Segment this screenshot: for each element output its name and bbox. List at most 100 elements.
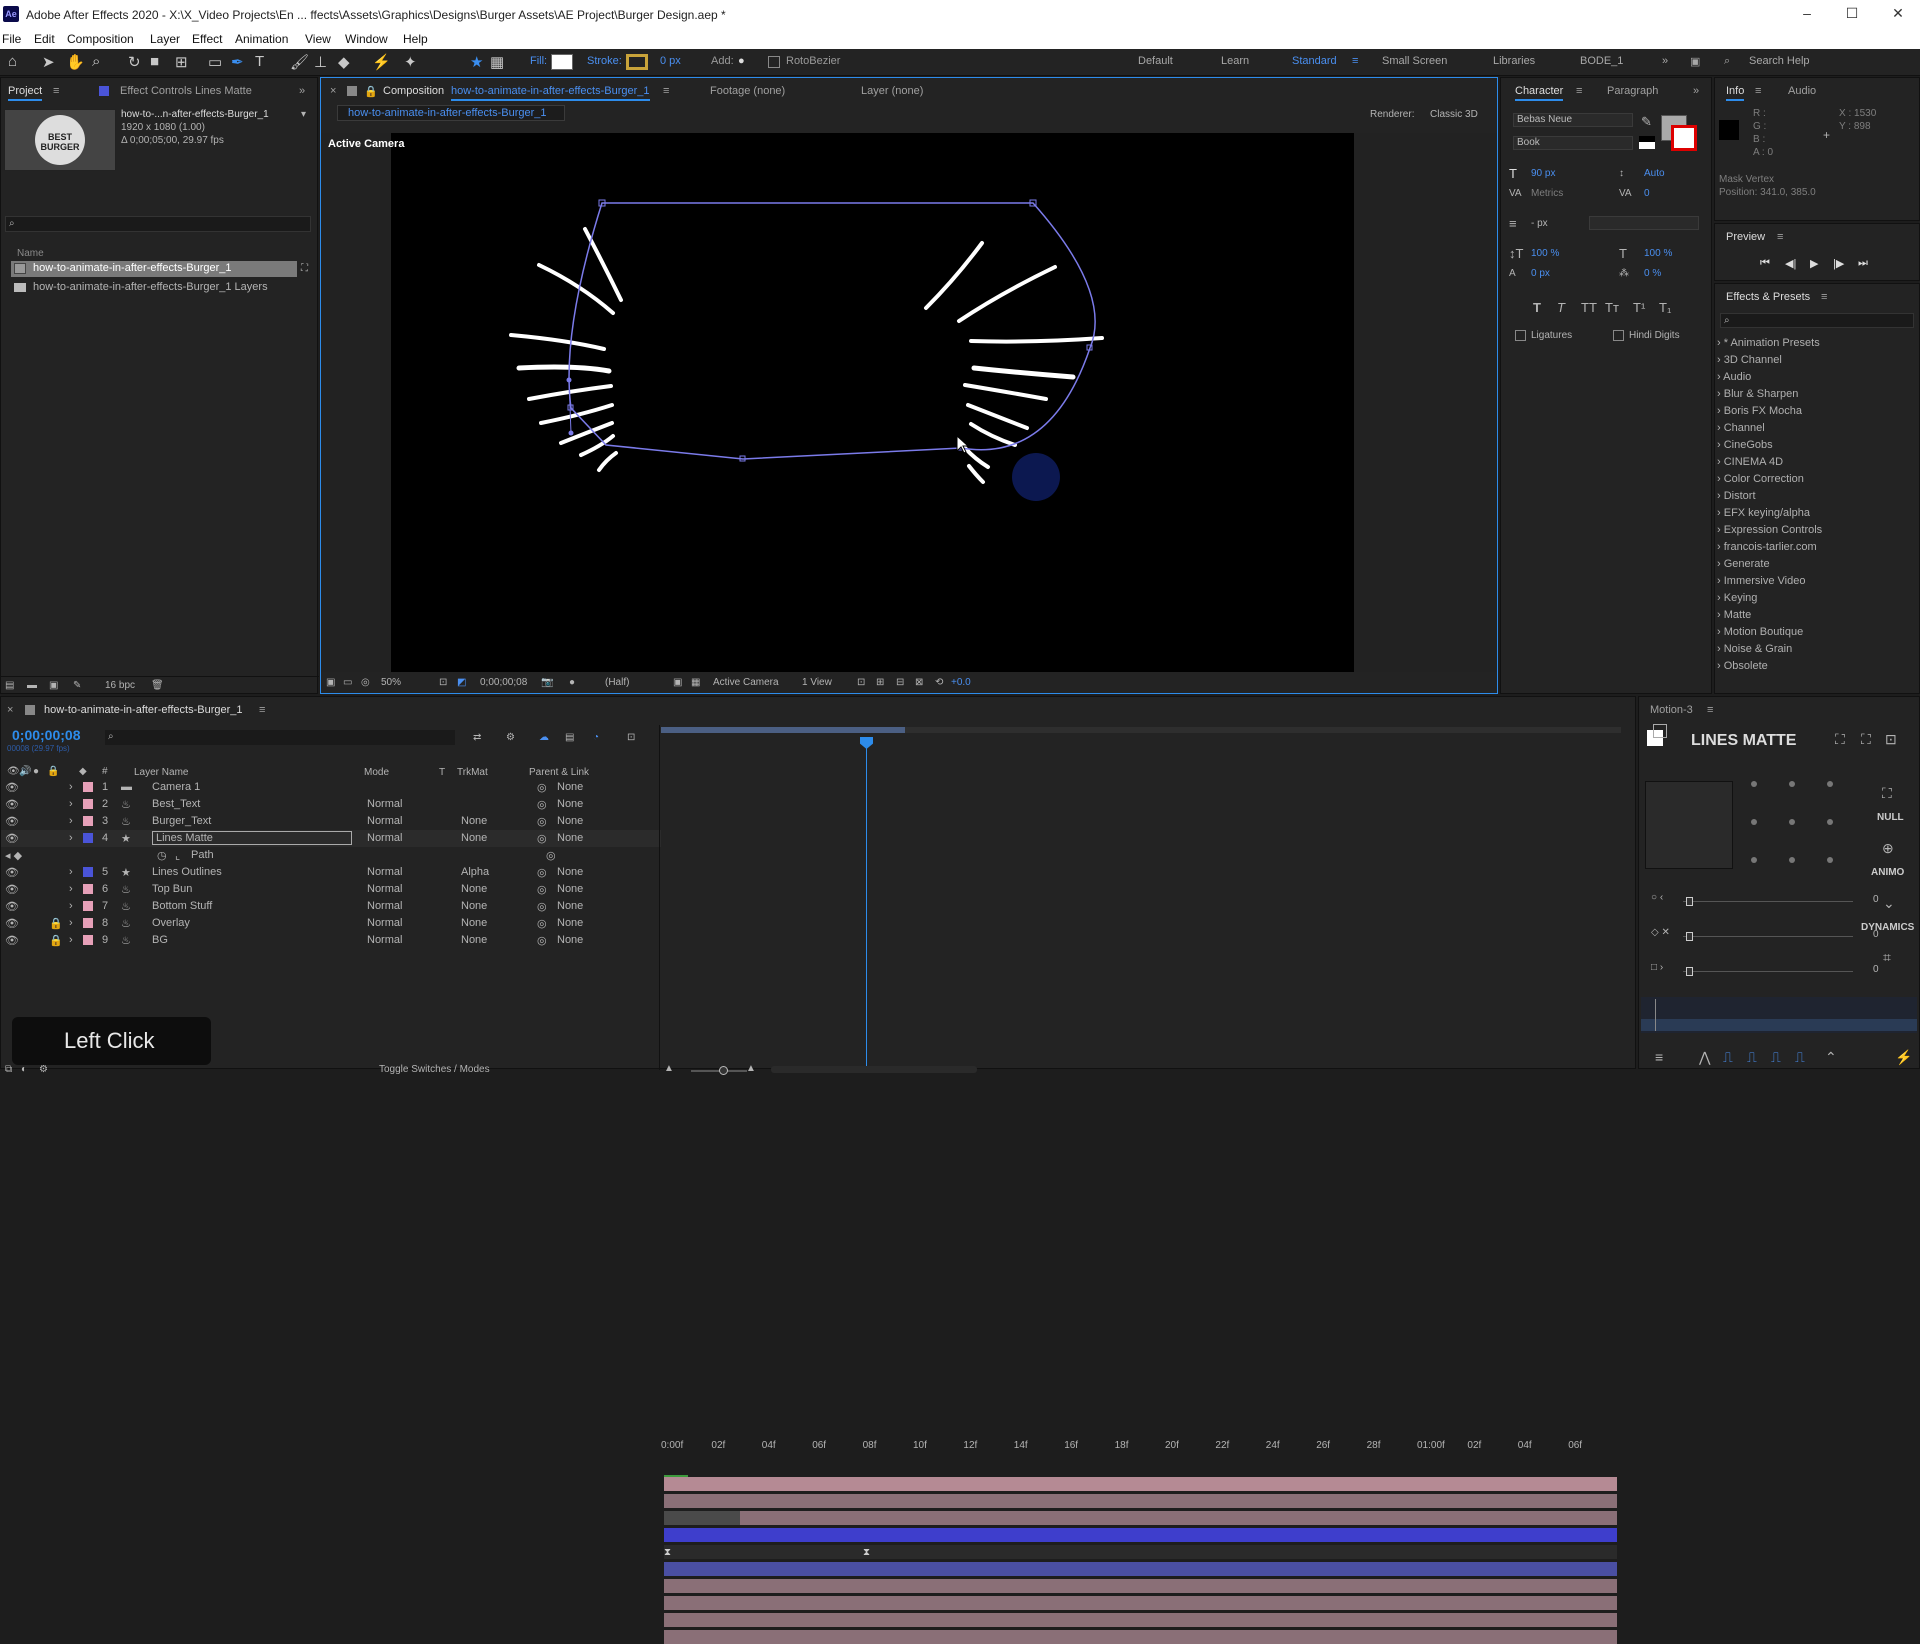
motion-blur-icon[interactable]: ◔: [593, 732, 599, 743]
layer-duration-bar[interactable]: [664, 1475, 1617, 1491]
effects-category[interactable]: › Blur & Sharpen: [1717, 388, 1798, 400]
parent-dropdown[interactable]: None: [557, 815, 583, 827]
expand-chevron-icon[interactable]: ›: [69, 781, 73, 793]
layer-name[interactable]: BG: [152, 934, 168, 946]
zoom-slider-knob[interactable]: [719, 1066, 728, 1075]
work-area-fill[interactable]: [661, 727, 905, 733]
expand-chevron-icon[interactable]: ›: [69, 934, 73, 946]
tab-audio[interactable]: Audio: [1788, 85, 1816, 97]
effects-category[interactable]: › Distort: [1717, 490, 1756, 502]
anchor-grid[interactable]: [1749, 781, 1839, 869]
grid-toggle-icon[interactable]: ▦: [490, 53, 504, 71]
panel-expand-icon[interactable]: »: [299, 85, 305, 97]
graph-editor-icon[interactable]: ⊡: [627, 732, 635, 743]
pen-tool-icon[interactable]: ✒: [231, 53, 244, 71]
menu-file[interactable]: File: [2, 32, 21, 46]
selection-tool-icon[interactable]: ➤: [42, 53, 55, 71]
trash-icon[interactable]: 🗑: [151, 680, 164, 691]
eyedropper-icon[interactable]: ✎: [1641, 114, 1652, 130]
camera-tool-icon[interactable]: ■: [150, 53, 159, 70]
effects-menu-icon[interactable]: ≡: [1821, 291, 1827, 303]
bounds-icon[interactable]: ⌗: [1883, 949, 1891, 966]
frame-blending-icon[interactable]: ▤: [565, 732, 574, 743]
effects-category[interactable]: › CineGobs: [1717, 439, 1773, 451]
stroke-fill-order-dropdown[interactable]: [1589, 216, 1699, 230]
hand-tool-icon[interactable]: ✋: [66, 53, 85, 71]
tab-preview[interactable]: Preview: [1726, 231, 1765, 243]
motion-anchor-icon[interactable]: ⊡: [1885, 731, 1897, 748]
motion-ease2-icon[interactable]: ⎍: [1771, 1049, 1781, 1066]
effects-category[interactable]: › francois-tarlier.com: [1717, 541, 1817, 553]
workspace-learn[interactable]: Learn: [1221, 55, 1249, 67]
effects-category[interactable]: › Audio: [1717, 371, 1751, 383]
eye-icon[interactable]: 👁: [5, 917, 19, 930]
expand-chevron-icon[interactable]: ›: [69, 815, 73, 827]
label-color[interactable]: [83, 799, 93, 809]
eye-icon[interactable]: 👁: [5, 781, 19, 794]
property-name[interactable]: Path: [191, 849, 214, 861]
tab-paragraph[interactable]: Paragraph: [1607, 85, 1658, 97]
mode-dropdown[interactable]: Normal: [367, 934, 402, 946]
label-color[interactable]: [83, 935, 93, 945]
parent-dropdown[interactable]: None: [557, 798, 583, 810]
monitor-icon[interactable]: ▭: [343, 677, 352, 688]
parent-dropdown[interactable]: None: [557, 781, 583, 793]
layer-duration-bar[interactable]: [664, 1494, 1617, 1508]
property-pickwhip-icon[interactable]: ◎: [546, 849, 556, 862]
ease-both-icon[interactable]: □ ›: [1651, 962, 1663, 973]
label-color[interactable]: [83, 816, 93, 826]
trkmat-header[interactable]: TrkMat: [457, 767, 488, 778]
pan-behind-tool-icon[interactable]: ⊞: [175, 53, 188, 71]
mode-header[interactable]: Mode: [364, 767, 389, 778]
search-help-icon[interactable]: ⌕: [1724, 55, 1730, 68]
title-safe-icon[interactable]: ◩: [457, 677, 466, 688]
timeline-icon[interactable]: ⊟: [896, 677, 904, 688]
minimize-icon[interactable]: –: [1797, 5, 1817, 21]
layer-duration-bar[interactable]: [664, 1579, 1617, 1593]
mode-dropdown[interactable]: Normal: [367, 866, 402, 878]
workspace-default[interactable]: Default: [1138, 55, 1173, 67]
trkmat-dropdown[interactable]: None: [461, 900, 487, 912]
parent-pickwhip-icon[interactable]: ◎: [537, 798, 547, 811]
tab-effects-presets[interactable]: Effects & Presets: [1726, 291, 1810, 303]
effects-category[interactable]: › Generate: [1717, 558, 1770, 570]
expand-chevron-icon[interactable]: ›: [69, 832, 73, 844]
layer-row[interactable]: 👁 › 5 ★ Lines Outlines Normal Alpha ◎ None: [1, 864, 661, 881]
layer-duration-bar[interactable]: [664, 1630, 1617, 1644]
layer-name[interactable]: Top Bun: [152, 883, 192, 895]
tab-footage[interactable]: Footage (none): [710, 85, 785, 97]
workspace-libraries[interactable]: Libraries: [1493, 55, 1535, 67]
lock-icon[interactable]: 🔒: [364, 85, 378, 98]
label-color[interactable]: [83, 901, 93, 911]
tab-motion[interactable]: Motion-3: [1650, 704, 1693, 716]
parent-dropdown[interactable]: None: [557, 934, 583, 946]
motion-curve-icon[interactable]: ⋀: [1699, 1049, 1710, 1066]
zoom-slider[interactable]: [691, 1066, 747, 1075]
zoom-out-icon[interactable]: ▲: [664, 1063, 674, 1074]
type-tool-icon[interactable]: T: [255, 53, 264, 70]
effects-category[interactable]: › Matte: [1717, 609, 1751, 621]
comp-menu-icon[interactable]: ≡: [663, 85, 669, 97]
parent-pickwhip-icon[interactable]: ◎: [537, 832, 547, 845]
preview-menu-icon[interactable]: ≡: [1777, 231, 1783, 243]
work-area-bar[interactable]: [661, 727, 1621, 733]
layer-row[interactable]: 👁 › 4 ★ Lines Matte Normal None ◎ None: [1, 830, 661, 847]
interpret-footage-icon[interactable]: ▤: [5, 680, 14, 691]
fill-swatch[interactable]: [551, 54, 573, 70]
motion-color-back[interactable]: [1653, 724, 1667, 738]
label-color[interactable]: [83, 918, 93, 928]
layer-duration-bar[interactable]: [664, 1613, 1617, 1627]
layer-duration-bar[interactable]: [664, 1528, 1617, 1542]
label-color[interactable]: [83, 867, 93, 877]
expand-panes-icon[interactable]: ⚙: [39, 1064, 48, 1075]
menu-effect[interactable]: Effect: [192, 32, 222, 46]
mode-dropdown[interactable]: Normal: [367, 917, 402, 929]
timeline-timecode[interactable]: 0;00;00;08: [12, 727, 81, 743]
layer-name[interactable]: Burger_Text: [152, 815, 211, 827]
last-frame-icon[interactable]: ⏭: [1858, 257, 1868, 270]
comp-mini-flowchart-icon[interactable]: ⇄: [473, 732, 481, 743]
menu-layer[interactable]: Layer: [150, 32, 180, 46]
comp-canvas[interactable]: [391, 133, 1354, 672]
animo-button[interactable]: ANIMO: [1871, 867, 1904, 878]
ease-value-2[interactable]: 0: [1873, 929, 1879, 940]
